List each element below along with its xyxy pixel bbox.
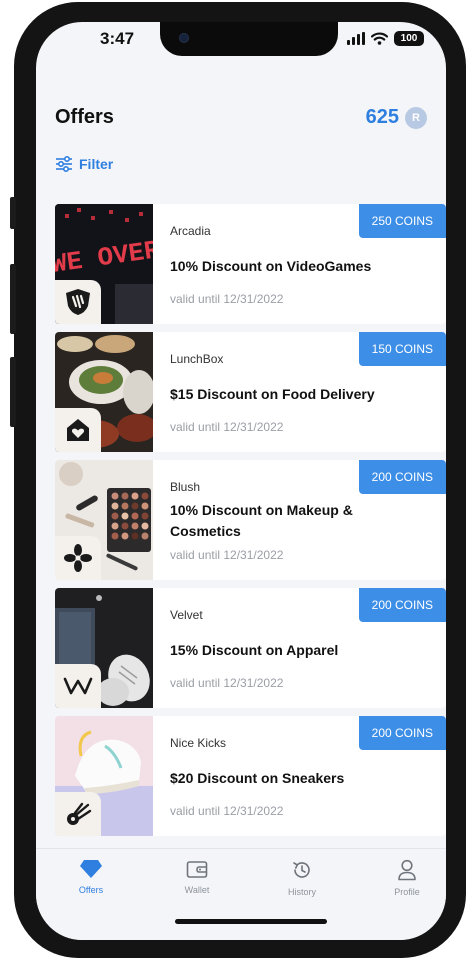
offer-card[interactable]: LunchBox $15 Discount on Food Delivery v… (55, 332, 446, 452)
volume-up-button (10, 264, 16, 334)
coin-icon: R (405, 106, 427, 129)
diamond-icon (80, 860, 102, 878)
offer-validity: valid until 12/31/2022 (170, 676, 284, 690)
offer-card[interactable]: WE OVER Arcadia 10% Discount on VideoGam… (55, 204, 446, 324)
tab-label: Profile (394, 887, 420, 897)
page-header: Offers 625 R (55, 106, 446, 136)
tab-label: Offers (78, 885, 104, 895)
offer-image (55, 332, 153, 452)
offer-image (55, 460, 153, 580)
wallet-icon (186, 861, 208, 878)
offer-validity: valid until 12/31/2022 (170, 420, 284, 434)
offer-title: 10% Discount on Makeup & Cosmetics (170, 502, 353, 539)
offer-image (55, 588, 153, 708)
offer-card[interactable]: Nice Kicks $20 Discount on Sneakers vali… (55, 716, 446, 836)
offer-brand: Arcadia (170, 224, 211, 238)
offer-title: $20 Discount on Sneakers (170, 770, 345, 786)
offer-validity: valid until 12/31/2022 (170, 804, 284, 818)
offer-validity: valid until 12/31/2022 (170, 292, 284, 306)
tab-label: Wallet (184, 885, 210, 895)
front-camera (179, 33, 189, 43)
house-heart-icon (55, 408, 101, 452)
offer-title: $15 Discount on Food Delivery (170, 386, 375, 402)
battery-icon: 100 (394, 31, 424, 46)
volume-down-button (10, 357, 16, 427)
coins-badge[interactable]: 150 COINS (358, 332, 446, 366)
wifi-icon (371, 32, 388, 45)
coin-balance[interactable]: 625 R (366, 106, 427, 129)
tab-label: History (287, 887, 316, 897)
offer-title: 10% Discount on VideoGames (170, 258, 372, 274)
tab-profile[interactable]: Profile (367, 859, 446, 897)
coins-badge[interactable]: 200 COINS (358, 460, 446, 494)
offer-title: 15% Discount on Apparel (170, 642, 339, 658)
comet-icon (55, 792, 101, 836)
sliders-icon (56, 156, 72, 172)
status-time: 3:47 (100, 29, 135, 48)
offer-brand: Velvet (170, 608, 203, 622)
status-icons: 100 (347, 31, 424, 46)
page-title: Offers (55, 106, 114, 128)
coins-badge[interactable]: 200 COINS (358, 716, 446, 750)
w-logo-icon (55, 664, 101, 708)
offer-brand: Blush (170, 480, 201, 494)
signal-icon (347, 32, 365, 45)
offer-image (55, 716, 153, 836)
flower-icon (55, 536, 101, 580)
offers-list[interactable]: WE OVER Arcadia 10% Discount on VideoGam… (55, 204, 446, 844)
offer-validity: valid until 12/31/2022 (170, 548, 284, 562)
offer-brand: LunchBox (170, 352, 224, 366)
tab-history[interactable]: History (262, 859, 342, 897)
filter-button[interactable]: Filter (55, 156, 113, 172)
home-indicator (175, 919, 327, 924)
mute-switch (10, 197, 16, 229)
app-screen: 3:47 100 Offers 625 R Filter WE OVER Arc… (36, 22, 446, 940)
offer-image: WE OVER (55, 204, 153, 324)
tab-wallet[interactable]: Wallet (157, 859, 237, 895)
tab-offers[interactable]: Offers (51, 859, 131, 895)
coins-badge[interactable]: 250 COINS (358, 204, 446, 238)
shield-claw-icon (55, 280, 101, 324)
coin-count: 625 (365, 106, 399, 128)
filter-label: Filter (79, 156, 114, 172)
offer-card[interactable]: Blush 10% Discount on Makeup & Cosmetics… (55, 460, 446, 580)
coins-badge[interactable]: 200 COINS (358, 588, 446, 622)
offer-card[interactable]: Velvet 15% Discount on Apparel valid unt… (55, 588, 446, 708)
tab-bar: Offers Wallet History Profile (36, 848, 446, 940)
offer-brand: Nice Kicks (170, 736, 227, 750)
history-icon (293, 862, 310, 878)
profile-icon (398, 859, 416, 881)
